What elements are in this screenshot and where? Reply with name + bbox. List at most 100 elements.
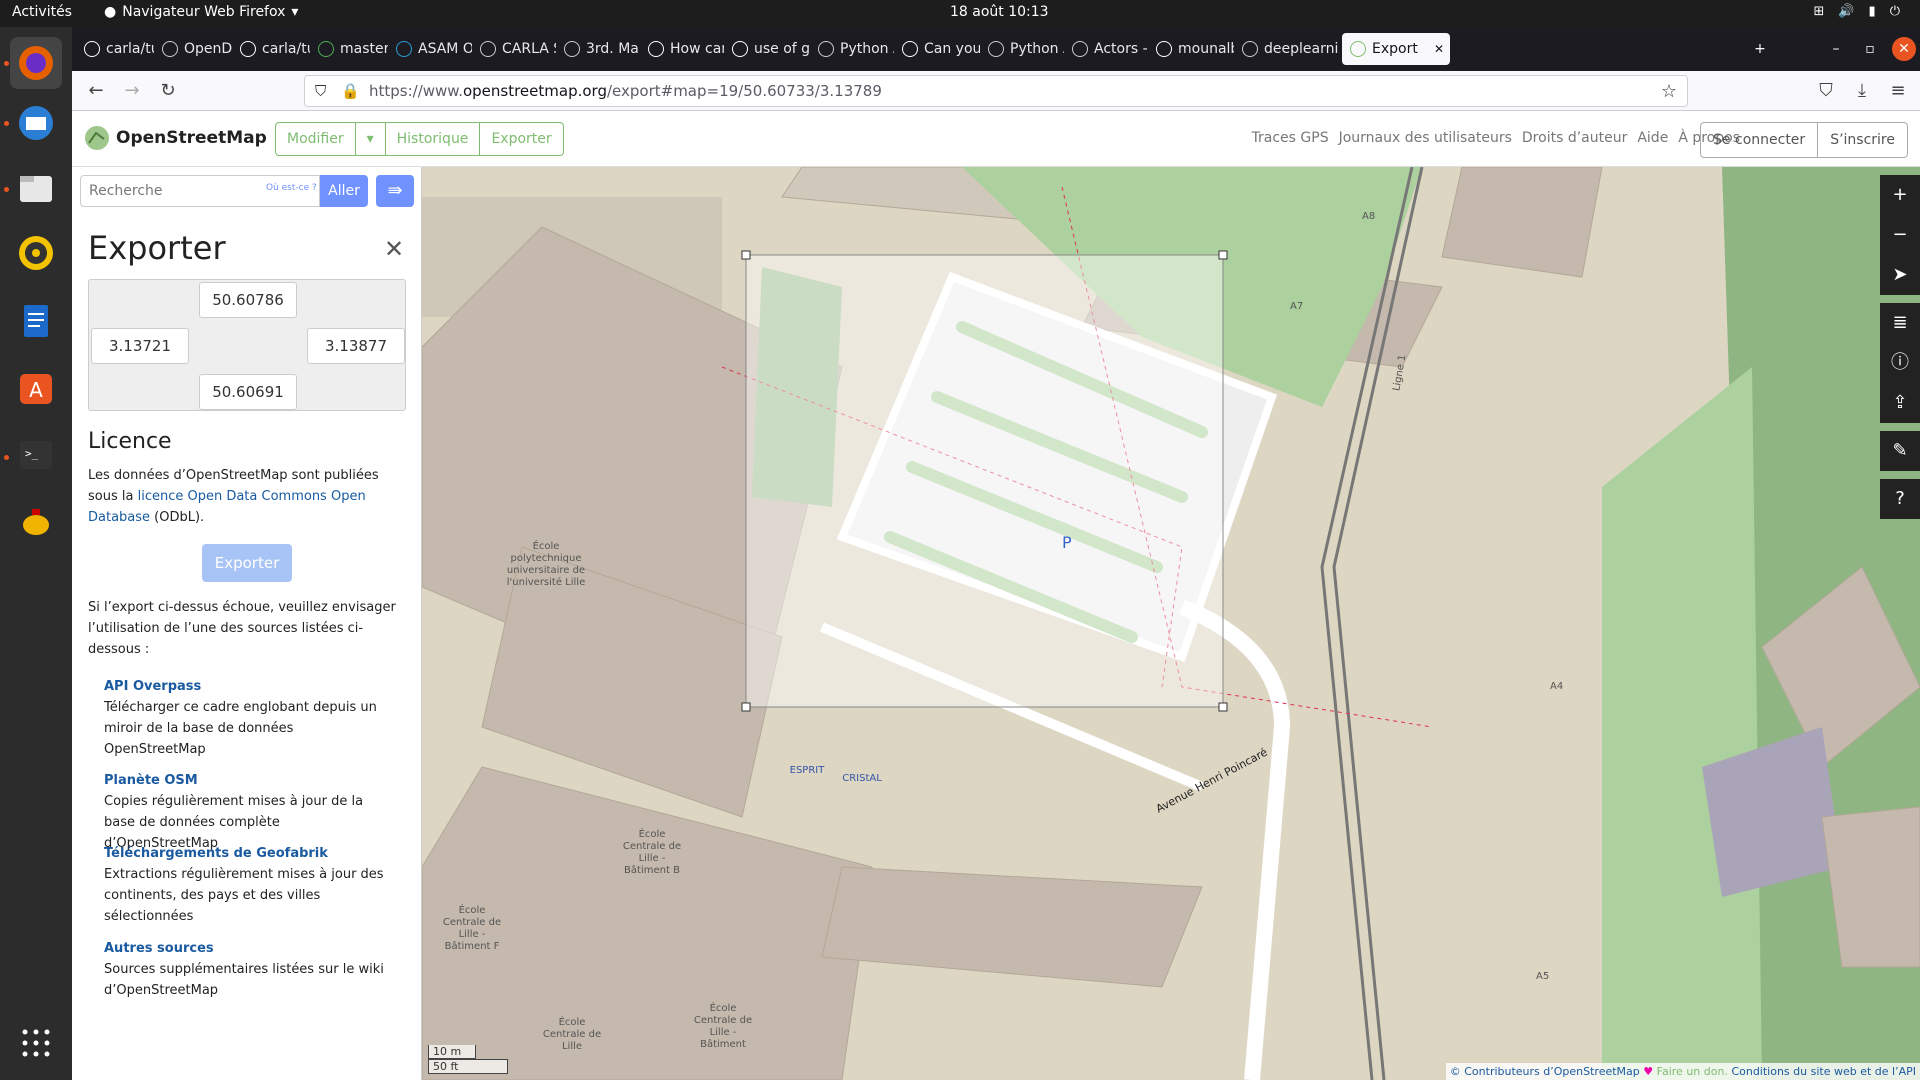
map-label-esprit: ESPRIT (789, 765, 825, 776)
tab-label: CARLA S (502, 41, 556, 57)
activities-button[interactable]: Activités (12, 4, 72, 20)
browser-tab[interactable]: Can you p (894, 33, 980, 65)
system-tray[interactable]: ⊞ 🔊 ▮ ⏻ (1813, 4, 1900, 19)
geofabrik-desc: Extractions régulièrement mises à jour d… (104, 867, 384, 924)
browser-tab[interactable]: deeplearning (1234, 33, 1338, 65)
export-tab-button[interactable]: Exporter (480, 123, 562, 155)
map-label-cristal: CRIStAL (842, 773, 882, 784)
new-tab-button[interactable]: + (1748, 37, 1772, 61)
browser-tab[interactable]: mounalb (1148, 33, 1234, 65)
close-icon[interactable]: ✕ (384, 235, 404, 263)
attribution-contributors-link[interactable]: © Contributeurs d’OpenStreetMap (1450, 1065, 1640, 1078)
browser-tab[interactable]: 3rd. Map (556, 33, 640, 65)
browser-tab[interactable]: Python A (980, 33, 1064, 65)
user-diaries-link[interactable]: Journaux des utilisateurs (1339, 130, 1512, 146)
bbox-south-input[interactable]: 50.60691 (199, 374, 297, 410)
app-menu-label: Navigateur Web Firefox (122, 4, 286, 20)
browser-tab[interactable]: CARLA S (472, 33, 556, 65)
browser-tab[interactable]: use of ge (724, 33, 810, 65)
bbox-west-input[interactable]: 3.13721 (91, 328, 189, 364)
thunderbird-dock-icon[interactable] (10, 97, 62, 149)
battery-icon: ▮ (1868, 4, 1876, 19)
minimize-button[interactable]: – (1824, 37, 1848, 61)
maximize-button[interactable]: ▫ (1858, 37, 1882, 61)
browser-tab[interactable]: master_t (310, 33, 388, 65)
donate-link[interactable]: Faire un don. (1657, 1065, 1728, 1078)
app-grid-icon[interactable] (10, 1017, 62, 1069)
other-sources-link[interactable]: Autres sources (104, 941, 214, 956)
edit-button-group: Modifier ▾ Historique Exporter (275, 122, 564, 156)
close-tab-icon[interactable]: ✕ (1434, 42, 1444, 56)
terminal-dock-icon[interactable]: >_ (10, 429, 62, 481)
lock-icon[interactable]: 🔒 (341, 82, 360, 100)
overpass-link[interactable]: API Overpass (104, 679, 201, 694)
export-sidebar: Recherche Où est-ce ? Aller ⇛ Exporter ✕… (72, 167, 422, 1080)
git-icon (318, 41, 334, 57)
pocket-icon[interactable]: ⛉ (1812, 77, 1840, 105)
legend-icon[interactable]: ⓘ (1880, 343, 1920, 383)
locate-icon[interactable]: ➤ (1880, 255, 1920, 295)
teapot-dock-icon[interactable] (10, 495, 62, 547)
browser-tab[interactable]: Export ✕ (1342, 33, 1450, 65)
where-is-link[interactable]: Où est-ce ? (266, 183, 317, 193)
menu-icon[interactable]: ≡ (1884, 77, 1912, 105)
back-button[interactable]: ← (82, 77, 110, 105)
files-dock-icon[interactable] (10, 162, 62, 214)
software-dock-icon[interactable]: A (10, 362, 62, 414)
terms-link[interactable]: Conditions du site web et de l’API (1731, 1065, 1916, 1078)
zoom-in-button[interactable]: + (1880, 175, 1920, 215)
geofabrik-link[interactable]: Téléchargements de Geofabrik (104, 846, 328, 861)
tracking-shield-icon[interactable]: ⛉ (315, 82, 331, 100)
forward-button[interactable]: → (118, 77, 146, 105)
map-view[interactable]: École polytechnique universitaire de l'u… (422, 167, 1920, 1080)
browser-tab[interactable]: Python A (810, 33, 894, 65)
browser-tab[interactable]: Actors - C (1064, 33, 1148, 65)
tab-label: use of ge (754, 41, 810, 57)
planet-osm-link[interactable]: Planète OSM (104, 773, 198, 788)
scale-meters: 10 m (428, 1045, 476, 1059)
signup-button[interactable]: S’inscrire (1818, 123, 1907, 157)
url-bar[interactable]: ⛉ 🔒 https://www.openstreetmap.org/export… (304, 75, 1688, 107)
tab-label: Can you p (924, 41, 980, 57)
clock[interactable]: 18 août 10:13 (950, 4, 1049, 20)
directions-icon[interactable]: ⇛ (376, 175, 414, 207)
bbox-north-input[interactable]: 50.60786 (199, 282, 297, 318)
osm-logo[interactable]: OpenStreetMap (84, 125, 267, 151)
browser-tab[interactable]: carla/tut (76, 33, 154, 65)
licence-text: Les données d’OpenStreetMap sont publiée… (88, 468, 379, 525)
bbox-east-input[interactable]: 3.13877 (307, 328, 405, 364)
tab-label: 3rd. Map (586, 41, 640, 57)
firefox-dock-icon[interactable] (10, 37, 62, 89)
gps-traces-link[interactable]: Traces GPS (1252, 130, 1329, 146)
help-link[interactable]: Aide (1637, 130, 1668, 146)
reload-button[interactable]: ↻ (154, 77, 182, 105)
browser-tab[interactable]: How can (640, 33, 724, 65)
edit-dropdown-button[interactable]: ▾ (356, 123, 386, 155)
copyright-link[interactable]: Droits d’auteur (1522, 130, 1627, 146)
app-menu[interactable]: ● Navigateur Web Firefox ▾ (104, 4, 298, 20)
close-window-button[interactable]: ✕ (1892, 37, 1916, 61)
downloads-icon[interactable]: ⤓ (1848, 77, 1876, 105)
browser-tab[interactable]: ASAM O (388, 33, 472, 65)
browser-tab[interactable]: OpenDRI (154, 33, 232, 65)
github-icon (240, 41, 256, 57)
note-icon[interactable]: ✎ (1880, 431, 1920, 471)
export-button[interactable]: Exporter (202, 544, 292, 582)
layers-icon[interactable]: ≣ (1880, 303, 1920, 343)
share-icon[interactable]: ⇪ (1880, 383, 1920, 423)
bounding-box-panel: 50.60786 3.13721 3.13877 50.60691 (88, 279, 406, 411)
zoom-out-button[interactable]: − (1880, 215, 1920, 255)
history-button[interactable]: Historique (386, 123, 481, 155)
query-icon[interactable]: ? (1880, 479, 1920, 519)
map-canvas[interactable] (422, 167, 1920, 1080)
writer-dock-icon[interactable] (10, 295, 62, 347)
bookmark-star-icon[interactable]: ☆ (1661, 81, 1677, 102)
tab-label: Export (1372, 41, 1418, 57)
browser-tab[interactable]: carla/tut (232, 33, 310, 65)
tab-label: carla/tut (106, 41, 154, 57)
edit-button[interactable]: Modifier (276, 123, 356, 155)
rhythmbox-dock-icon[interactable] (10, 227, 62, 279)
login-button[interactable]: Se connecter (1701, 123, 1819, 157)
scale-feet: 50 ft (428, 1059, 508, 1074)
search-go-button[interactable]: Aller (320, 175, 368, 207)
